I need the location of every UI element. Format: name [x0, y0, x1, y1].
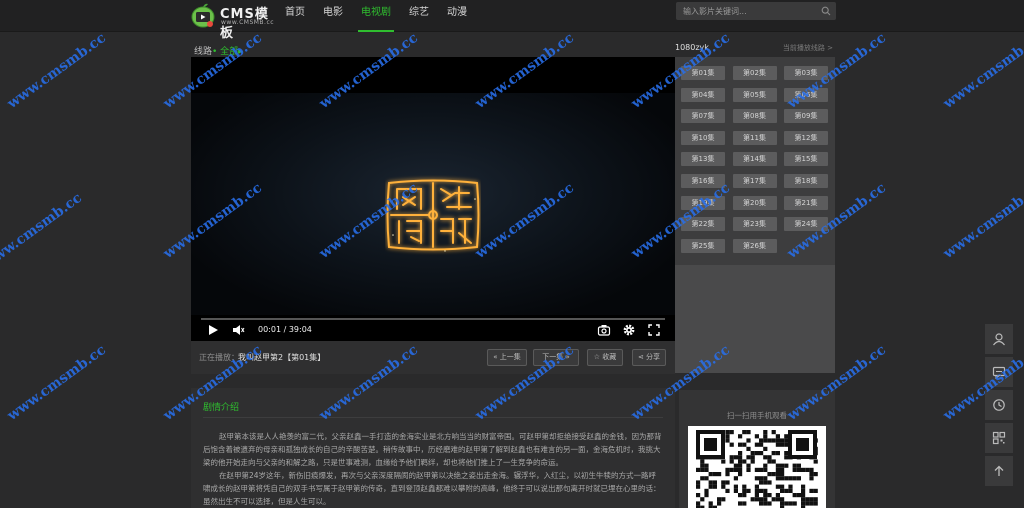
episode-button[interactable]: 第24集	[784, 217, 828, 232]
search-icon[interactable]	[821, 6, 831, 16]
time-display: 00:01 / 39:04	[258, 325, 312, 334]
synopsis-divider	[203, 417, 663, 418]
favorite-button[interactable]: ☆ 收藏	[587, 349, 623, 366]
episode-button[interactable]: 第22集	[681, 217, 725, 232]
watermark-text: www.cmsmb.cc	[4, 342, 109, 424]
nav-item[interactable]: 综艺	[400, 0, 438, 32]
episode-button[interactable]: 第16集	[681, 174, 725, 188]
user-button[interactable]	[985, 324, 1013, 354]
episode-button[interactable]: 第20集	[732, 195, 777, 210]
episode-button[interactable]: 第18集	[784, 174, 828, 188]
share-button[interactable]: ⋖ 分享	[632, 349, 666, 366]
episode-button[interactable]: 第13集	[681, 152, 725, 167]
back-to-top-button[interactable]	[985, 456, 1013, 486]
next-episode-button[interactable]: 下一集 »	[533, 349, 579, 366]
search-input[interactable]	[676, 2, 816, 20]
qr-button[interactable]	[985, 423, 1013, 453]
video-player[interactable]: 00:01 / 39:04	[191, 57, 675, 341]
play-line-label[interactable]: 线路• 全部▸	[194, 44, 243, 57]
play-icon[interactable]	[206, 323, 220, 337]
video-frame[interactable]	[191, 93, 675, 315]
logo-subtitle: www.CMSMB.cc	[221, 19, 275, 26]
episode-grid: 第01集 第02集 第03集第04集 第05集 第06集第07集 第08集 第09集第10集…	[675, 57, 835, 265]
episode-button[interactable]: 第23集	[732, 217, 777, 232]
synopsis-title: 剧情介绍	[203, 403, 240, 413]
source-name: 1080zyk	[675, 43, 709, 52]
screenshot-icon[interactable]	[597, 323, 611, 337]
qr-label: 扫一扫用手机观看	[727, 411, 787, 420]
message-button[interactable]	[985, 357, 1013, 387]
video-letterbox-top	[191, 57, 675, 93]
player-controls: 00:01 / 39:04	[191, 315, 675, 341]
episode-button[interactable]: 第17集	[732, 174, 777, 188]
episode-button[interactable]: 第02集	[732, 66, 777, 80]
episode-button[interactable]: 第11集	[732, 130, 777, 145]
site-logo[interactable]: CMS模板 www.CMSMB.cc	[190, 2, 278, 41]
nav-item[interactable]: 电影	[314, 0, 352, 32]
line-prefix: 线路	[194, 47, 213, 57]
now-playing-bar: 正在播放： 我叫赵甲第2【第01集】 « 上一集 下一集 » ☆ 收藏 ⋖ 分享	[191, 341, 675, 374]
volume-icon[interactable]	[231, 323, 245, 337]
episode-button[interactable]: 第14集	[732, 152, 777, 167]
search-box	[676, 2, 836, 20]
fullscreen-icon[interactable]	[647, 323, 661, 337]
progress-bar[interactable]	[201, 318, 665, 320]
watermark-text: www.cmsmb.cc	[940, 180, 1024, 262]
mobile-qr-panel: 扫一扫用手机观看	[679, 390, 835, 508]
nav-item[interactable]: 电视剧	[352, 0, 400, 32]
episode-button[interactable]: 第21集	[784, 195, 828, 210]
user-icon	[993, 333, 1005, 346]
share-icon: ⋖	[637, 353, 644, 361]
line-highlight: • 全部▸	[212, 47, 243, 57]
main-nav: 首页 电影 电视剧 综艺 动漫	[276, 0, 476, 32]
episode-button[interactable]: 第05集	[732, 87, 777, 102]
synopsis-paragraph: 在赵甲第24岁这年，新伤旧痕爆发，再次与父亲深度隔阂的赵甲第以决绝之姿出走金海。…	[203, 471, 661, 506]
episode-button[interactable]: 第06集	[784, 87, 828, 102]
episode-button[interactable]: 第25集	[681, 238, 725, 253]
qr-code	[688, 426, 826, 508]
episode-panel: 第01集 第02集 第03集第04集 第05集 第06集第07集 第08集 第09集第10集…	[675, 57, 835, 373]
episode-button[interactable]: 第01集	[681, 66, 725, 80]
episode-button[interactable]: 第04集	[681, 87, 725, 102]
now-playing-label: 正在播放：	[199, 353, 239, 362]
star-icon: ☆	[593, 353, 601, 361]
now-playing-title: 我叫赵甲第2【第01集】	[238, 353, 326, 362]
glowing-seal-logo-icon	[386, 179, 480, 252]
history-button[interactable]	[985, 390, 1013, 420]
episode-button[interactable]: 第19集	[681, 195, 725, 210]
episode-button[interactable]: 第15集	[784, 152, 828, 167]
episode-button[interactable]: 第09集	[784, 109, 828, 124]
episode-button[interactable]: 第03集	[784, 66, 828, 80]
synopsis-section: 剧情介绍 赵甲第本该是人人艳羡的富二代，父亲赵鑫一手打造的金海实业是北方响当当的…	[191, 388, 675, 508]
synopsis-paragraph: 赵甲第本该是人人艳羡的富二代，父亲赵鑫一手打造的金海实业是北方响当当的财富帝国。…	[203, 432, 662, 467]
qr-code-icon	[696, 430, 818, 508]
watermark-text: www.cmsmb.cc	[0, 190, 85, 272]
episode-button[interactable]: 第12集	[784, 130, 828, 145]
arrow-up-icon	[994, 465, 1004, 476]
message-icon	[992, 366, 1006, 379]
nav-item[interactable]: 首页	[276, 0, 314, 32]
episode-button[interactable]: 第26集	[732, 238, 777, 253]
history-clock-icon	[993, 399, 1005, 411]
source-hint[interactable]: 当前播放线路 >	[783, 43, 833, 53]
qr-small-icon	[992, 431, 1006, 445]
favorite-label: 收藏	[602, 353, 617, 361]
watermark-text: www.cmsmb.cc	[4, 30, 109, 112]
share-label: 分享	[646, 353, 661, 361]
episode-header: 1080zyk 当前播放线路 >	[675, 43, 835, 53]
nav-item[interactable]: 动漫	[438, 0, 476, 32]
episode-button[interactable]: 第07集	[681, 109, 725, 124]
watermark-text: www.cmsmb.cc	[940, 30, 1024, 112]
episode-button[interactable]: 第10集	[681, 130, 725, 145]
settings-gear-icon[interactable]	[622, 323, 636, 337]
episode-button[interactable]: 第08集	[732, 109, 777, 124]
top-bar: CMS模板 www.CMSMB.cc 首页 电影 电视剧 综艺 动漫	[0, 0, 1024, 41]
apple-logo-icon	[191, 3, 215, 28]
prev-episode-button[interactable]: « 上一集	[487, 349, 527, 366]
